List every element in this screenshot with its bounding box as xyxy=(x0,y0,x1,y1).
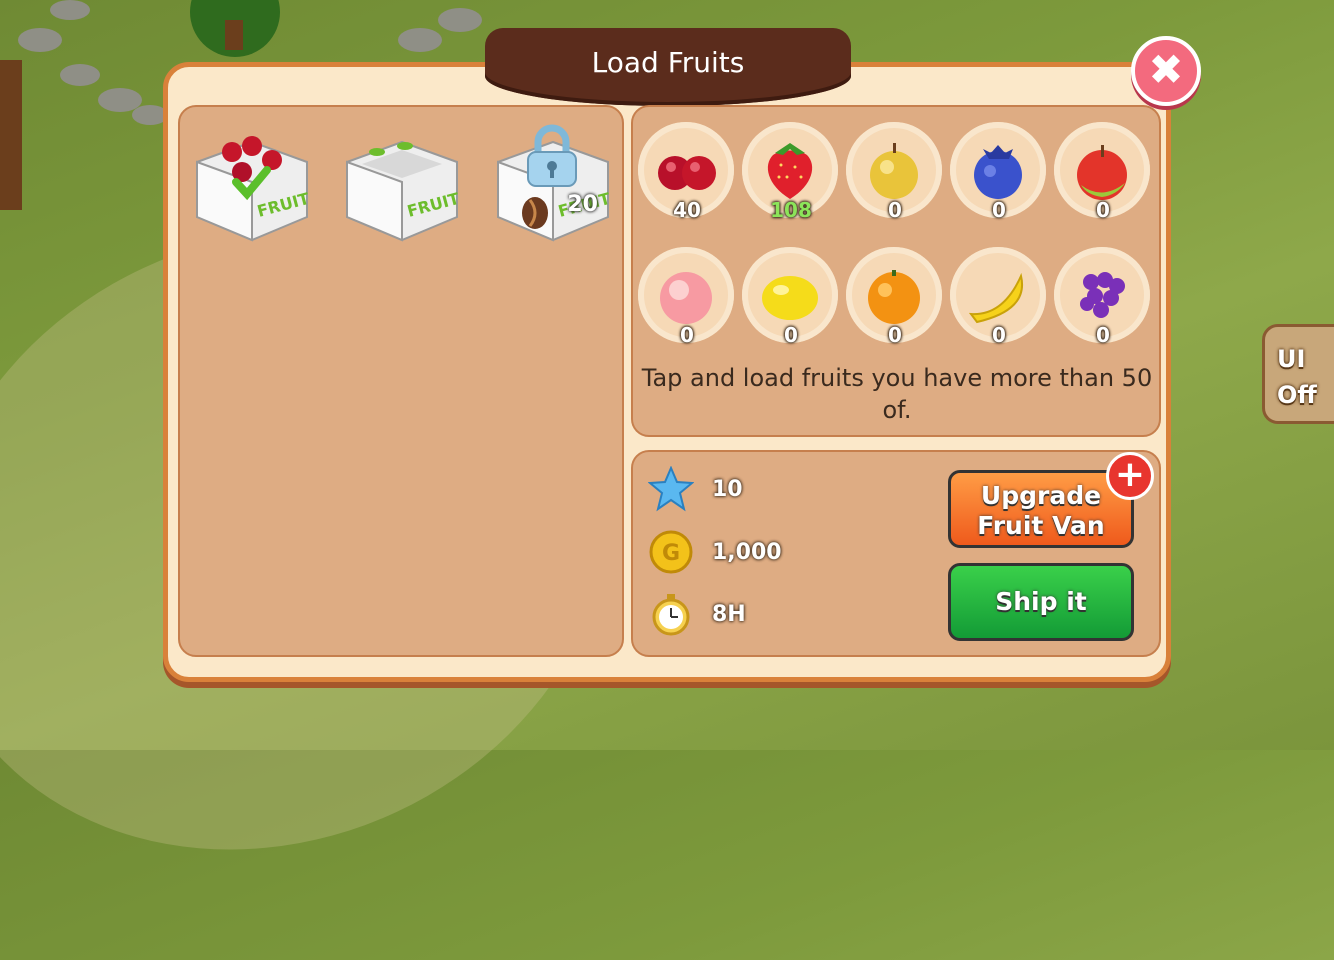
fruit-orange[interactable]: 0 xyxy=(846,247,944,347)
fruit-count: 108 xyxy=(770,198,812,222)
plus-icon[interactable]: + xyxy=(1106,452,1154,500)
fruit-count: 40 xyxy=(673,198,701,222)
fruit-grape[interactable]: 0 xyxy=(1054,247,1152,347)
fruit-count: 0 xyxy=(1096,323,1110,347)
crate-locked[interactable]: FRUIT 20 xyxy=(488,122,618,247)
grape-icon xyxy=(1080,272,1125,318)
crate-loaded[interactable]: FRUIT xyxy=(187,122,317,247)
star-icon xyxy=(648,466,694,512)
fruit-strawberry[interactable]: 108 xyxy=(742,122,840,222)
stat-time: 8H xyxy=(648,591,746,637)
gold-value: 1,000 xyxy=(712,539,782,565)
fruit-count: 0 xyxy=(1096,198,1110,222)
crate-empty[interactable]: FRUIT xyxy=(337,122,467,247)
fruit-cherry[interactable]: 40 xyxy=(638,122,736,222)
fruit-count: 0 xyxy=(992,198,1006,222)
orange-icon xyxy=(868,270,920,324)
stars-value: 10 xyxy=(712,476,743,502)
pear-icon xyxy=(870,143,918,199)
blueberry-icon xyxy=(974,145,1022,199)
fruit-blueberry[interactable]: 0 xyxy=(950,122,1048,222)
ui-off-toggle[interactable]: UI Off xyxy=(1262,324,1334,424)
svg-text:G: G xyxy=(662,541,680,566)
ui-off-line1: UI xyxy=(1277,345,1306,373)
fruit-banana[interactable]: 0 xyxy=(950,247,1048,347)
ship-it-button[interactable]: Ship it xyxy=(948,563,1134,641)
cherry-icon xyxy=(658,156,716,190)
check-icon xyxy=(232,166,271,201)
lemon-icon xyxy=(762,276,818,320)
strawberry-icon xyxy=(767,143,813,199)
close-icon: ✖ xyxy=(1148,45,1184,94)
hint-text: Tap and load fruits you have more than 5… xyxy=(641,364,1153,424)
banana-icon xyxy=(968,272,1024,324)
stat-gold: G 1,000 xyxy=(648,529,782,575)
stopwatch-icon xyxy=(652,594,690,636)
fruit-count: 0 xyxy=(992,323,1006,347)
fruit-pear[interactable]: 0 xyxy=(846,122,944,222)
fruit-count: 0 xyxy=(888,198,902,222)
peach-icon xyxy=(660,272,712,324)
fruit-count: 0 xyxy=(784,323,798,347)
lock-icon xyxy=(527,124,577,187)
crate-unlock-cost: 20 xyxy=(567,192,598,217)
fruit-count: 0 xyxy=(680,323,694,347)
gold-coin-icon: G xyxy=(649,530,693,574)
coffee-bean-icon xyxy=(522,197,548,229)
fruit-lemon[interactable]: 0 xyxy=(742,247,840,347)
stat-stars: 10 xyxy=(648,466,743,512)
dialog-title: Load Fruits xyxy=(485,28,851,106)
fruit-peach[interactable]: 0 xyxy=(638,247,736,347)
apple-icon xyxy=(1077,145,1127,200)
time-value: 8H xyxy=(712,601,746,627)
ui-off-line2: Off xyxy=(1277,381,1317,409)
fruit-count: 0 xyxy=(888,323,902,347)
close-button[interactable]: ✖ xyxy=(1131,36,1201,106)
fruit-apple[interactable]: 0 xyxy=(1054,122,1152,222)
